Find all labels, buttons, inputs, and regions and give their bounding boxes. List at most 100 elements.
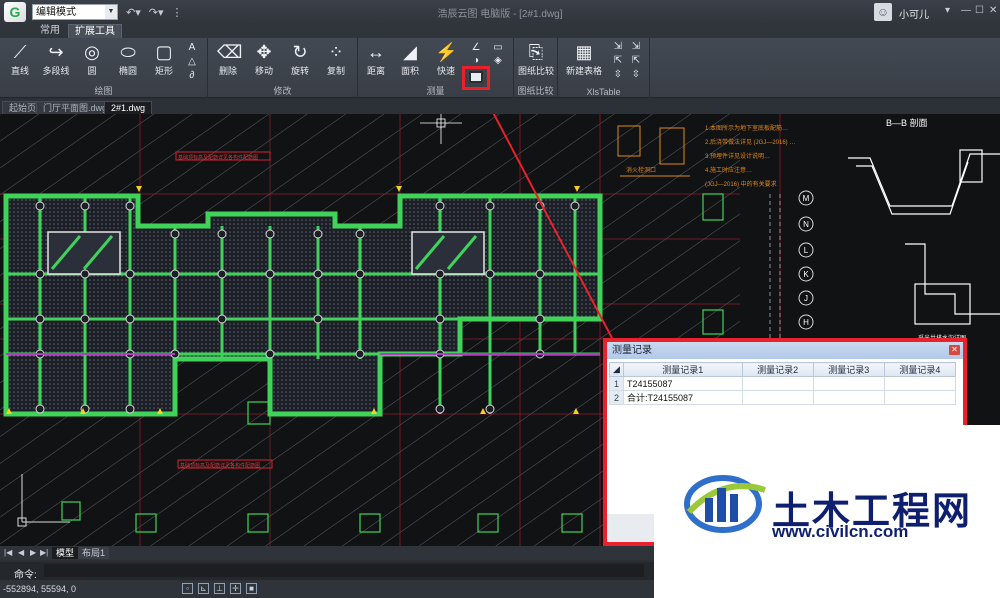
ribbon: ⟋ 直线 ↪ 多段线 ◎ 圆 ⬭ 椭圆 ▢ 矩形 A △ ∂ 绘图 ⌫ 删除 ✥ — [0, 38, 1000, 98]
angle-icon[interactable]: ∠ — [470, 42, 482, 54]
column-header[interactable]: 测量记录2 — [741, 362, 814, 377]
area-icon: ◢ — [403, 42, 417, 62]
maximize-icon[interactable]: ☐ — [975, 5, 984, 16]
area-button[interactable]: ◢ 面积 — [392, 41, 428, 77]
ribbon-group-modify: ⌫ 删除 ✥ 移动 ↻ 旋转 ⁘ 复制 修改 — [208, 38, 358, 98]
column-header[interactable]: 测量记录3 — [812, 362, 885, 377]
text-icon[interactable]: A — [186, 42, 198, 54]
user-avatar-icon[interactable]: ☺ — [874, 3, 892, 21]
table-cell[interactable] — [812, 376, 885, 391]
polyline-button[interactable]: ↪ 多段线 — [38, 41, 74, 77]
table-export-icon[interactable]: ⇱ — [612, 55, 624, 67]
last-tab-icon[interactable]: ▶| — [40, 548, 48, 557]
grid-icon[interactable]: ⊾ — [198, 583, 209, 594]
axis-label-n: N — [803, 220, 809, 229]
menu-icon[interactable]: ▾ — [945, 5, 950, 16]
distance-button[interactable]: ↔ 距离 — [358, 41, 394, 77]
document-tabs: 起始页 门厅平面图.dwg 2#1.dwg — [0, 99, 1000, 114]
coordinate-icon[interactable]: ▭ — [492, 42, 504, 54]
command-line: 命令: — [0, 562, 654, 581]
measure-dialog-title: 测量记录 — [612, 345, 652, 356]
polyline-icon: ↪ — [48, 42, 64, 62]
eraser-icon: ⌫ — [217, 42, 243, 62]
line-button[interactable]: ⟋ 直线 — [2, 41, 38, 77]
table-cell[interactable] — [812, 390, 885, 405]
ribbon-tabs: 常用 扩展工具 — [0, 24, 1000, 38]
table-cell[interactable]: T24155087 — [623, 376, 743, 391]
table-edit-icon[interactable]: ⇱ — [630, 55, 642, 67]
highlight-box — [462, 66, 490, 90]
ortho-icon[interactable]: ⊥ — [214, 583, 225, 594]
tab-common[interactable]: 常用 — [34, 24, 66, 38]
table-row[interactable]: 1 T24155087 — [609, 376, 957, 391]
circle-icon: ◎ — [84, 42, 100, 62]
layout-tab-model[interactable]: 模型 — [52, 547, 79, 559]
drawing-compare-button[interactable]: ⎘ 图纸比较 — [518, 41, 554, 77]
command-input[interactable] — [44, 564, 644, 577]
undo-icon[interactable]: ↶▾ — [126, 6, 141, 19]
quick-access-menu-icon[interactable]: ⋮ — [172, 6, 183, 19]
column-header[interactable]: 测量记录1 — [623, 362, 743, 377]
doc-tab-2-1[interactable]: 2#1.dwg — [104, 101, 153, 114]
table-update-icon[interactable]: ⇳ — [612, 69, 624, 81]
redo-icon[interactable]: ↷▾ — [149, 6, 164, 19]
group-label-draw: 绘图 — [94, 86, 113, 96]
new-table-button[interactable]: ▦ 新建表格 — [562, 41, 606, 77]
tab-extension-tools[interactable]: 扩展工具 — [68, 24, 122, 38]
spline-icon[interactable]: ∂ — [186, 70, 198, 82]
window-title: 浩辰云图 电脑版 - [2#1.dwg] — [437, 9, 563, 20]
axis-label-k: K — [803, 270, 809, 279]
table-cell[interactable] — [883, 390, 957, 405]
mode-select[interactable]: 编辑模式 ▼ — [32, 4, 118, 20]
hatch-icon[interactable]: △ — [186, 56, 198, 68]
status-bar: -552894, 55594, 0 ▫ ⊾ ⊥ ✛ ■ — [0, 580, 654, 598]
table-cell[interactable] — [883, 376, 957, 391]
circle-button[interactable]: ◎ 圆 — [74, 41, 110, 77]
chevron-down-icon[interactable]: ▼ — [105, 5, 117, 19]
osnap-icon[interactable]: ✛ — [230, 583, 241, 594]
close-icon[interactable]: ✕ — [989, 5, 997, 16]
table-corner[interactable]: ◢ — [609, 362, 624, 377]
group-label-modify: 修改 — [273, 86, 292, 96]
table-row[interactable]: 2 合计:T24155087 — [609, 390, 957, 405]
lineweight-icon[interactable]: ■ — [246, 583, 257, 594]
table-cell[interactable] — [741, 376, 814, 391]
table-cell[interactable] — [741, 390, 814, 405]
note-line-3: 3.预埋件详见设计说明… — [705, 152, 770, 160]
measure-records-table: ◢ 测量记录1 测量记录2 测量记录3 测量记录4 1 T24155087 2 … — [609, 362, 957, 405]
rectangle-icon: ▢ — [155, 42, 173, 62]
next-tab-icon[interactable]: ▶ — [30, 548, 36, 557]
measure-dialog-titlebar[interactable]: 测量记录 ✕ — [607, 342, 963, 359]
column-header[interactable]: 测量记录4 — [883, 362, 957, 377]
row-number[interactable]: 2 — [609, 390, 624, 405]
table-sync-icon[interactable]: ⇳ — [630, 69, 642, 81]
row-number[interactable]: 1 — [609, 376, 624, 391]
command-label: 命令: — [14, 570, 37, 581]
snap-icon[interactable]: ▫ — [182, 583, 193, 594]
rectangle-button[interactable]: ▢ 矩形 — [146, 41, 182, 77]
app-logo-icon: G — [4, 2, 26, 22]
close-icon[interactable]: ✕ — [949, 345, 960, 355]
copy-button[interactable]: ⁘ 复制 — [318, 41, 354, 77]
line-icon: ⟋ — [13, 42, 27, 62]
ribbon-group-compare: ⎘ 图纸比较 图纸比较 — [514, 38, 558, 98]
minimize-icon[interactable]: — — [961, 5, 971, 16]
delete-button[interactable]: ⌫ 删除 — [210, 41, 246, 77]
axis-label-h: H — [803, 318, 809, 327]
prev-tab-icon[interactable]: ◀ — [18, 548, 24, 557]
user-name[interactable]: 小可儿 — [899, 6, 929, 21]
coordinate-readout: -552894, 55594, 0 — [3, 584, 77, 594]
axis-label-l: L — [804, 246, 809, 255]
ellipse-button[interactable]: ⬭ 椭圆 — [110, 41, 146, 77]
layout-tab-layout1[interactable]: 布局1 — [78, 547, 110, 559]
table-cell[interactable]: 合计:T24155087 — [623, 390, 743, 405]
table-link-icon[interactable]: ⇲ — [630, 41, 642, 53]
quick-measure-button[interactable]: ⚡ 快速 — [428, 41, 464, 77]
rotate-button[interactable]: ↻ 旋转 — [282, 41, 318, 77]
doc-tab-lobby-plan[interactable]: 门厅平面图.dwg — [36, 101, 115, 114]
radius-icon[interactable]: ◈ — [492, 55, 504, 67]
table-import-icon[interactable]: ⇲ — [612, 41, 624, 53]
first-tab-icon[interactable]: |◀ — [4, 548, 12, 557]
distance-icon: ↔ — [367, 42, 385, 62]
move-button[interactable]: ✥ 移动 — [246, 41, 282, 77]
